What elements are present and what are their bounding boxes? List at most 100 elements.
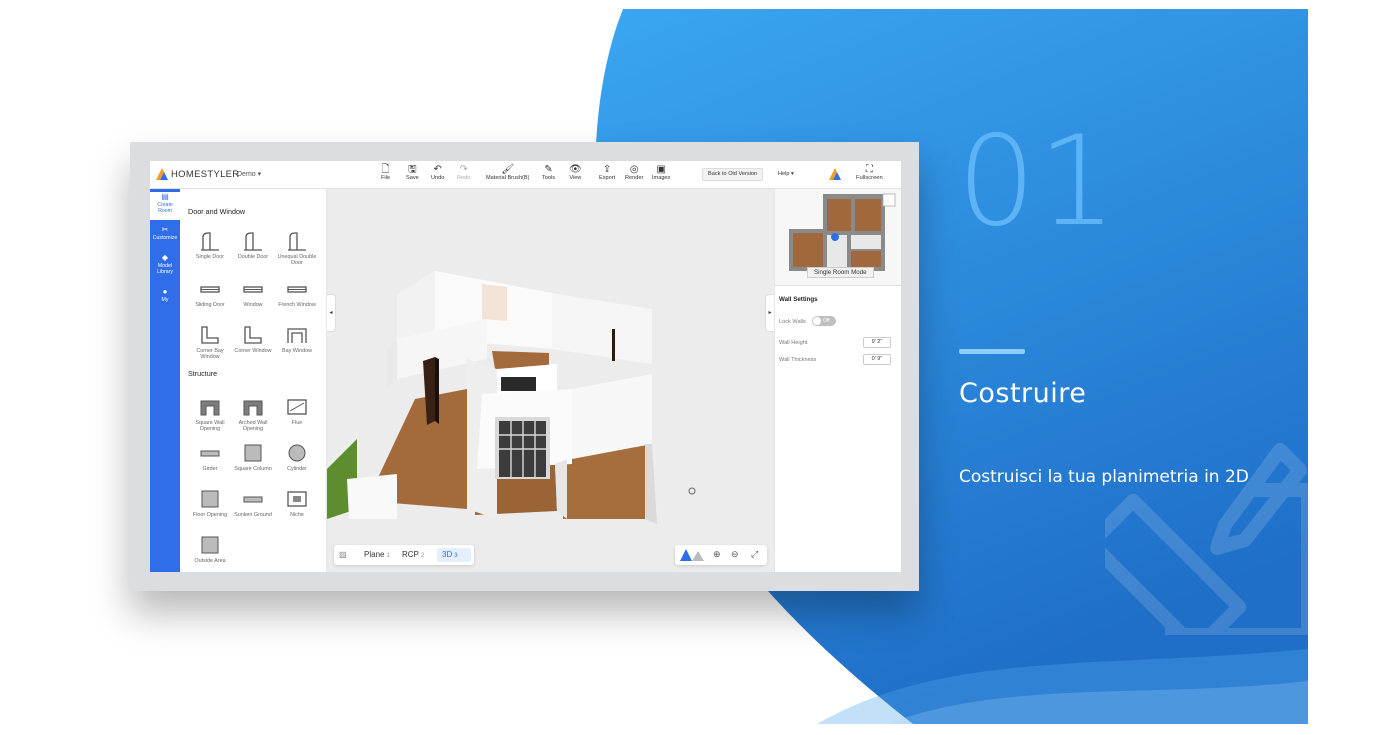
door-icon bbox=[288, 232, 306, 251]
back-to-old-version-button[interactable]: Back to Old Version bbox=[702, 168, 764, 181]
column-icon bbox=[244, 444, 262, 462]
lock-walls-toggle[interactable]: Off bbox=[812, 316, 836, 326]
save-button[interactable]: 🖫 Save bbox=[406, 164, 419, 181]
tab-shortcut: 2 bbox=[420, 553, 425, 559]
corner-icon bbox=[244, 326, 262, 344]
tab-plane[interactable]: Plane 1 bbox=[364, 550, 390, 559]
left-navigation: ▤ Create Room ✂ Customize ◆ Model Library ● My bbox=[150, 189, 180, 572]
catalog-item-sliding-door[interactable]: Sliding Door bbox=[188, 279, 232, 308]
catalog-item-label: Unequal Double Door bbox=[277, 254, 317, 266]
nav-label: Model Library bbox=[157, 263, 173, 275]
headline: Costruire bbox=[959, 378, 1087, 409]
fullscreen-label: Fullscreen bbox=[856, 175, 883, 181]
redo-button[interactable]: ↷ Redo bbox=[457, 164, 470, 181]
catalog-item-square-wall-opening[interactable]: Square Wall Opening bbox=[188, 397, 232, 432]
floorplan-minimap[interactable]: Single Room Mode bbox=[775, 189, 901, 286]
catalog-item-corner-bay-window[interactable]: Corner Bay Window bbox=[188, 325, 232, 360]
catalog-item-floor-opening[interactable]: Floor Opening bbox=[188, 489, 232, 518]
collapse-left-panel-button[interactable]: ◂ bbox=[327, 294, 336, 332]
toolbar-label: Render bbox=[625, 175, 644, 181]
catalog-item-label: Square Column bbox=[234, 466, 272, 472]
column-icon bbox=[201, 536, 219, 554]
nav-model-library[interactable]: ◆ Model Library bbox=[150, 253, 180, 281]
tab-shortcut: 1 bbox=[386, 553, 390, 559]
wall-thickness-input[interactable]: 0' 9" bbox=[863, 354, 891, 365]
flue-icon bbox=[287, 399, 307, 415]
catalog-item-label: Niche bbox=[290, 512, 304, 518]
material-brush-b-button[interactable]: 🖌 Material Brush(B) bbox=[486, 164, 530, 181]
brand-name: HOMESTYLER bbox=[171, 169, 240, 180]
catalog-item-label: Square Wall Opening bbox=[195, 420, 225, 432]
catalog-item-outside-area[interactable]: Outside Area bbox=[188, 535, 232, 564]
view-button[interactable]: 👁 View bbox=[569, 164, 582, 181]
single-room-mode-button[interactable]: Single Room Mode bbox=[807, 267, 874, 278]
zoom-out-icon[interactable]: ⊖ bbox=[731, 549, 739, 560]
tools-button[interactable]: ✎ Tools bbox=[542, 164, 555, 181]
wall-height-input[interactable]: 9' 2" bbox=[863, 337, 891, 348]
catalog-item-label: Bay Window bbox=[282, 348, 312, 354]
export-button[interactable]: ⇪ Export bbox=[599, 164, 615, 181]
catalog-item-window[interactable]: Window bbox=[231, 279, 275, 308]
toolbar-label: Save bbox=[406, 175, 419, 181]
catalog-item-label: Cylinder bbox=[287, 466, 307, 472]
catalog-item-bay-window[interactable]: Bay Window bbox=[275, 325, 319, 354]
catalog-item-arched-wall-opening[interactable]: Arched Wall Opening bbox=[231, 397, 275, 432]
user-menu[interactable]: Demo ▾ bbox=[237, 170, 261, 178]
undo-button[interactable]: ↶ Undo bbox=[431, 164, 444, 181]
grid-icon[interactable]: ▨ bbox=[339, 550, 347, 559]
window-icon bbox=[200, 286, 220, 293]
collapse-right-panel-button[interactable]: ▸ bbox=[765, 294, 774, 332]
catalog-item-label: Arched Wall Opening bbox=[238, 420, 268, 432]
catalog-item-double-door[interactable]: Double Door bbox=[231, 231, 275, 260]
catalog-item-girder[interactable]: Girder bbox=[188, 443, 232, 472]
catalog-item-cylinder[interactable]: Cylinder bbox=[275, 443, 319, 472]
catalog-item-label: Single Door bbox=[195, 254, 225, 260]
catalog-item-corner-window[interactable]: Corner Window bbox=[231, 325, 275, 354]
catalog-item-sunken-ground[interactable]: Sunken Ground bbox=[231, 489, 275, 518]
fullscreen-icon: ⛶ bbox=[865, 164, 873, 175]
expand-icon[interactable]: ⤢ bbox=[751, 549, 758, 560]
catalog-item-label: Outside Area bbox=[194, 558, 226, 564]
nav-customize[interactable]: ✂ Customize bbox=[150, 225, 180, 247]
catalog-panel: Door and Window Structure Single Door Dou… bbox=[180, 189, 327, 572]
render-button[interactable]: ◎ Render bbox=[625, 164, 643, 181]
catalog-item-square-column[interactable]: Square Column bbox=[231, 443, 275, 472]
tab-rcp[interactable]: RCP 2 bbox=[402, 550, 424, 559]
catalog-item-niche[interactable]: Niche bbox=[275, 489, 319, 518]
material-brush-icon: 🖌 bbox=[501, 164, 515, 175]
cylinder-icon bbox=[288, 444, 306, 462]
tab-label: Plane bbox=[364, 550, 385, 559]
fullscreen-button[interactable]: ⛶ Fullscreen bbox=[856, 164, 883, 181]
save-icon: 🖫 bbox=[408, 164, 417, 175]
catalog-item-label: Window bbox=[243, 302, 263, 308]
zoom-in-icon[interactable]: ⊕ bbox=[713, 549, 721, 560]
toolbar-label: Images bbox=[652, 175, 671, 181]
view-mode-bar: ▨ Plane 1 RCP 2 3D 3 bbox=[334, 545, 474, 565]
tab-3d[interactable]: 3D 3 bbox=[442, 550, 458, 559]
catalog-item-label: Corner Window bbox=[234, 348, 272, 354]
column-icon bbox=[201, 490, 219, 508]
file-button[interactable]: 🗋 File bbox=[381, 164, 390, 181]
catalog-item-unequal-double-door[interactable]: Unequal Double Door bbox=[275, 231, 319, 266]
girder-icon bbox=[200, 450, 220, 457]
opening-icon bbox=[200, 400, 220, 416]
section-door-and-window: Door and Window bbox=[188, 207, 246, 216]
catalog-item-flue[interactable]: Flue bbox=[275, 397, 319, 426]
images-button[interactable]: ▣ Images bbox=[652, 164, 670, 181]
opening-icon bbox=[243, 400, 263, 416]
3d-viewport[interactable]: ◂ ▸ ▨ Plane 1 RCP 2 3D 3 ⊕ ⊖ ⤢ bbox=[327, 189, 774, 572]
window-icon bbox=[287, 286, 307, 293]
nav-my[interactable]: ● My bbox=[150, 287, 180, 307]
catalog-item-french-window[interactable]: French Window bbox=[275, 279, 319, 308]
nav-create-room-icon: ▤ bbox=[161, 192, 169, 201]
nav-my-icon: ● bbox=[162, 287, 168, 296]
view-icon: 👁 bbox=[569, 164, 582, 175]
help-menu[interactable]: Help ▾ bbox=[778, 171, 794, 177]
nav-label: My bbox=[161, 297, 169, 303]
nav-label: Create Room bbox=[157, 202, 173, 214]
camera-mode-icon[interactable] bbox=[680, 549, 704, 561]
door-icon bbox=[201, 232, 219, 251]
catalog-item-single-door[interactable]: Single Door bbox=[188, 231, 232, 260]
window-icon bbox=[243, 286, 263, 293]
nav-create-room[interactable]: ▤ Create Room bbox=[150, 192, 180, 220]
